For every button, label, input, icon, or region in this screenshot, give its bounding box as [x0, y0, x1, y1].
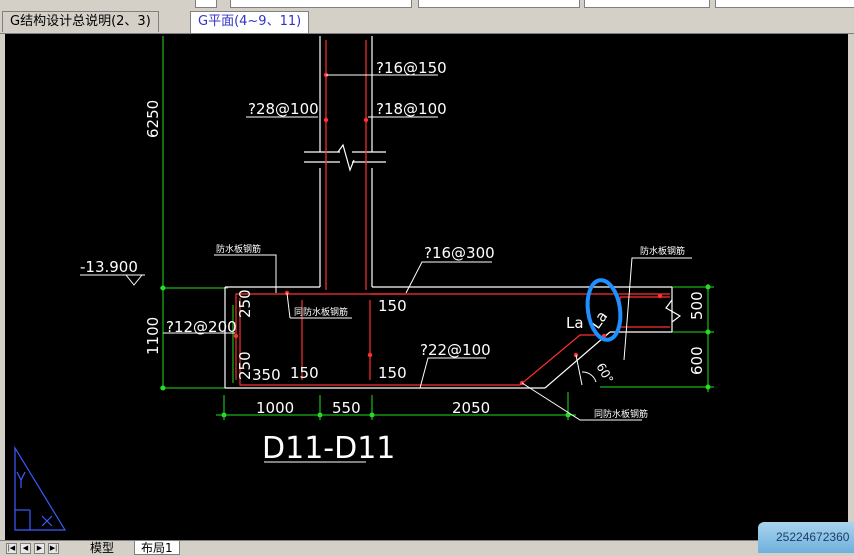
toolbar-field[interactable]: [418, 0, 580, 8]
toolbar-field[interactable]: [584, 0, 710, 8]
rebar-dots: [233, 72, 663, 386]
layout-tabbar: |◀ ◀ ▶ ▶| 模型 布局1: [0, 540, 854, 555]
rebar-label: ?22@100: [420, 341, 491, 359]
dimension-text: 250: [236, 351, 254, 380]
document-tabbar: G结构设计总说明(2、3) G平面(4~9、11): [0, 9, 854, 34]
toolbar-field[interactable]: [715, 0, 854, 8]
note-label: 防水板钢筋: [216, 243, 261, 255]
highlight-ellipse: [585, 278, 623, 342]
drawing-canvas[interactable]: ?16@150 ?28@100 ?18@100 ?16@300 ?12@200 …: [5, 34, 848, 540]
dimension-text: 550: [332, 399, 361, 417]
dimension-text: 2050: [452, 399, 490, 417]
section-title: D11-D11: [262, 431, 395, 466]
note-label: 同防水板钢筋: [594, 408, 648, 420]
rebar-lines: [235, 40, 670, 386]
rebar-label: ?18@100: [376, 100, 447, 118]
right-frame: [848, 34, 854, 540]
prev-tab-button[interactable]: ◀: [20, 543, 31, 554]
anchorage-label: La: [566, 314, 584, 332]
rebar-label: ?12@200: [166, 318, 237, 336]
next-tab-button[interactable]: ▶: [34, 543, 45, 554]
leader-lines: [80, 74, 692, 463]
last-tab-button[interactable]: ▶|: [48, 543, 59, 554]
dimension-text: 6250: [144, 100, 162, 138]
dimension-text: 250: [236, 289, 254, 318]
dimension-text: 350: [252, 366, 281, 384]
toolbar-field[interactable]: [195, 0, 217, 8]
first-tab-button[interactable]: |◀: [6, 543, 17, 554]
elevation-label: -13.900: [80, 258, 138, 276]
dimension-text: 150: [290, 364, 319, 382]
rebar-label: ?16@150: [376, 59, 447, 77]
structure-outline: [224, 36, 682, 389]
angle-label: 60°: [593, 361, 616, 386]
note-label: 防水板钢筋: [640, 245, 685, 257]
dimension-text: 500: [688, 291, 706, 320]
rebar-label: ?28@100: [248, 100, 319, 118]
top-toolbar-strip: [0, 0, 854, 9]
tab-model[interactable]: 模型: [84, 541, 120, 555]
dimension-text: 150: [378, 364, 407, 382]
notification-popup[interactable]: 25224672360: [758, 522, 854, 553]
dimension-text: 600: [688, 346, 706, 375]
dimension-text: 1100: [144, 317, 162, 355]
annotation-texts: ?16@150 ?28@100 ?18@100 ?16@300 ?12@200 …: [80, 59, 706, 466]
ucs-icon: [14, 445, 67, 531]
toolbar-field[interactable]: [230, 0, 412, 8]
dimension-text: 1000: [256, 399, 294, 417]
cad-drawing: ?16@150 ?28@100 ?18@100 ?16@300 ?12@200 …: [14, 36, 714, 531]
tab-general-notes[interactable]: G结构设计总说明(2、3): [2, 11, 159, 32]
rebar-label: ?16@300: [424, 244, 495, 262]
note-label: 同防水板钢筋: [294, 306, 348, 318]
notification-text: 25224672360: [776, 530, 850, 544]
tab-floor-plan[interactable]: G平面(4~9、11): [190, 11, 310, 33]
dimension-text: 150: [378, 297, 407, 315]
